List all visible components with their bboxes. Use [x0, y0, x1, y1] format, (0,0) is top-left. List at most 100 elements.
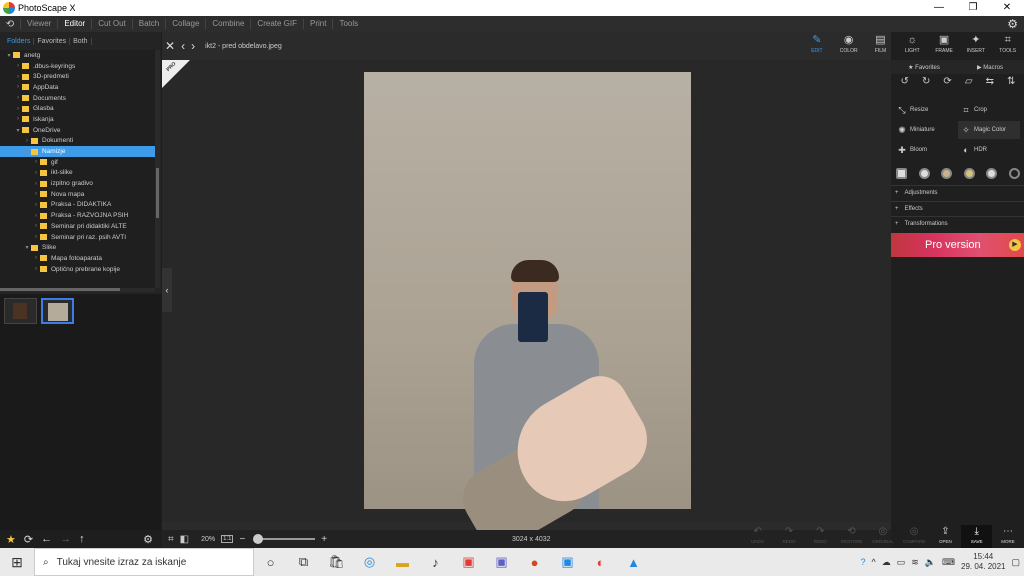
image-canvas[interactable]: PRO — [162, 60, 891, 557]
save-button[interactable]: ⤓ SAVE — [961, 525, 993, 548]
file-explorer-icon[interactable]: ▬ — [386, 555, 419, 570]
filter-preset-1[interactable] — [918, 167, 930, 179]
tab-folders[interactable]: Folders — [4, 37, 35, 45]
expand-arrow-icon[interactable]: ▾ — [23, 148, 31, 155]
undo-button[interactable]: ↶ UNDO — [742, 525, 773, 548]
expand-arrow-icon[interactable]: › — [32, 255, 40, 261]
zoom-in-icon[interactable]: + — [321, 534, 327, 545]
taskbar-search-box[interactable]: ⌕ Tukaj vnesite izraz za iskanje — [34, 548, 254, 576]
filter-preset-3[interactable] — [963, 167, 975, 179]
snip-icon[interactable]: ▣ — [551, 554, 584, 570]
expand-arrow-icon[interactable]: › — [14, 116, 22, 122]
battery-icon[interactable]: ▭ — [897, 557, 906, 568]
folder-tree-item[interactable]: ▾ Slike — [0, 242, 155, 253]
store-icon[interactable]: 🛍 — [320, 554, 353, 570]
open-button[interactable]: ⇪ OPEN — [930, 525, 961, 548]
folder-settings-gear-icon[interactable]: ⚙ — [143, 533, 153, 546]
expand-arrow-icon[interactable]: › — [14, 74, 22, 80]
folder-tree-item[interactable]: › Seminar pri raz. psih AVTI — [0, 232, 155, 243]
expand-arrow-icon[interactable]: › — [14, 63, 22, 69]
folder-tree-item[interactable]: › gif — [0, 157, 155, 168]
folder-tree-item[interactable]: › 3D-predmeti — [0, 71, 155, 82]
split-view-icon[interactable]: ◧ — [180, 534, 189, 545]
expand-arrow-icon[interactable]: › — [14, 84, 22, 90]
folder-tree-item[interactable]: › Optično prebrane kopije — [0, 264, 155, 275]
expand-arrow-icon[interactable]: › — [32, 213, 40, 219]
tab-favorites[interactable]: Favorites — [34, 37, 71, 45]
more-button[interactable]: ⋯ MORE — [992, 525, 1023, 548]
tool-tab-light[interactable]: ☼ LIGHT — [896, 32, 928, 58]
menu-item-create-gif[interactable]: Create GIF — [250, 19, 303, 29]
favorites-tab[interactable]: ★ Favorites — [891, 64, 957, 71]
menu-item-combine[interactable]: Combine — [205, 19, 250, 29]
prev-image-icon[interactable]: ‹ — [181, 39, 185, 53]
zoom-value[interactable]: 20% — [201, 536, 215, 543]
settings-gear-icon[interactable]: ⚙ — [1007, 17, 1018, 31]
folder-tree-item[interactable]: ▾ anetg — [0, 50, 155, 61]
tool-tab-frame[interactable]: ▣ FRAME — [928, 32, 960, 58]
expand-arrow-icon[interactable]: ▾ — [23, 244, 31, 251]
folder-tree-item[interactable]: › Praksa - RAZVOJNA PSIH — [0, 210, 155, 221]
rotate-right-icon[interactable]: ↻ — [922, 76, 930, 92]
folder-tree-item[interactable]: › Praksa - DIDAKTIKA — [0, 200, 155, 211]
tool-tab-tools[interactable]: ⌗ TOOLS — [992, 32, 1024, 58]
edge-icon[interactable]: ◎ — [353, 554, 386, 570]
menu-item-print[interactable]: Print — [303, 19, 332, 29]
windows-start-icon[interactable]: ⊞ — [0, 554, 34, 571]
redo-button[interactable]: ↷ REDO — [805, 525, 836, 548]
folder-tree-item[interactable]: › Glasba — [0, 103, 155, 114]
expand-arrow-icon[interactable]: › — [32, 223, 40, 229]
folder-tree-item[interactable]: › izpitno gradivo — [0, 178, 155, 189]
close-button[interactable]: ✕ — [990, 0, 1024, 16]
actual-size-button[interactable]: 1:1 — [221, 535, 234, 543]
rotate-free-icon[interactable]: ⟳ — [943, 76, 951, 92]
menu-item-cut-out[interactable]: Cut Out — [91, 19, 132, 29]
menu-item-viewer[interactable]: Viewer — [20, 19, 57, 29]
office-icon[interactable]: ▣ — [452, 554, 485, 570]
expand-arrow-icon[interactable]: › — [32, 170, 40, 176]
folder-tree-item[interactable]: › Dokumenti — [0, 136, 155, 147]
zoom-out-icon[interactable]: − — [239, 534, 245, 545]
menu-item-editor[interactable]: Editor — [57, 19, 91, 29]
task-view-icon[interactable]: ⧉ — [287, 554, 320, 570]
tool-tab-edit[interactable]: ✎ EDIT — [801, 32, 833, 58]
grid-icon[interactable]: ⌗ — [168, 534, 174, 545]
compare-button[interactable]: ◎ COMPARE — [898, 525, 929, 548]
close-file-icon[interactable]: ✕ — [165, 39, 175, 53]
expand-arrow-icon[interactable]: ▾ — [14, 127, 22, 134]
maximize-button[interactable]: ❐ — [956, 0, 990, 16]
notification-icon[interactable]: ▢ — [1011, 557, 1020, 568]
expand-arrow-icon[interactable]: › — [14, 95, 22, 101]
folder-tree-item[interactable]: › Mapa fotoaparata — [0, 253, 155, 264]
folder-tree-item[interactable]: › ikt-slike — [0, 168, 155, 179]
edited-photo[interactable] — [364, 72, 691, 557]
feature-bloom[interactable]: ✚ Bloom — [894, 141, 956, 159]
section-effects[interactable]: + Effects — [891, 200, 1024, 216]
filter-preset-4[interactable] — [986, 167, 998, 179]
section-transformations[interactable]: + Transformations — [891, 216, 1024, 231]
feature-hdr[interactable]: ◐ HDR — [958, 141, 1020, 159]
expand-arrow-icon[interactable]: › — [32, 191, 40, 197]
pro-version-banner[interactable]: Pro version ▶ — [891, 233, 1024, 257]
menu-item-tools[interactable]: Tools — [332, 19, 364, 29]
play-icon[interactable]: ▶ — [1009, 239, 1021, 251]
expand-arrow-icon[interactable]: › — [14, 106, 22, 112]
forward-arrow-icon[interactable]: → — [60, 533, 71, 545]
expand-arrow-icon[interactable]: › — [32, 234, 40, 240]
filter-preset-2[interactable] — [941, 167, 953, 179]
tree-hscrollbar[interactable] — [0, 288, 155, 292]
chevron-up-icon[interactable]: ^ — [871, 557, 875, 567]
expand-arrow-icon[interactable]: › — [32, 159, 40, 165]
powerpoint-icon[interactable]: ● — [518, 555, 551, 570]
flip-horizontal-icon[interactable]: ⇆ — [986, 76, 994, 92]
folder-tree-item[interactable]: › Documents — [0, 93, 155, 104]
rotate-left-icon[interactable]: ↺ — [901, 76, 909, 92]
home-icon[interactable]: ⟲ — [0, 16, 20, 32]
folder-tree-item[interactable]: › Seminar pri didaktiki ALTE — [0, 221, 155, 232]
cloud-icon[interactable]: ☁ — [882, 557, 891, 568]
tool-tab-film[interactable]: ▤ FILM — [865, 32, 897, 58]
photoscape-taskbar-icon[interactable]: ◐ — [584, 555, 617, 570]
cortana-icon[interactable]: ○ — [254, 555, 287, 570]
expand-arrow-icon[interactable]: › — [32, 266, 40, 272]
tab-both[interactable]: Both — [70, 37, 92, 45]
